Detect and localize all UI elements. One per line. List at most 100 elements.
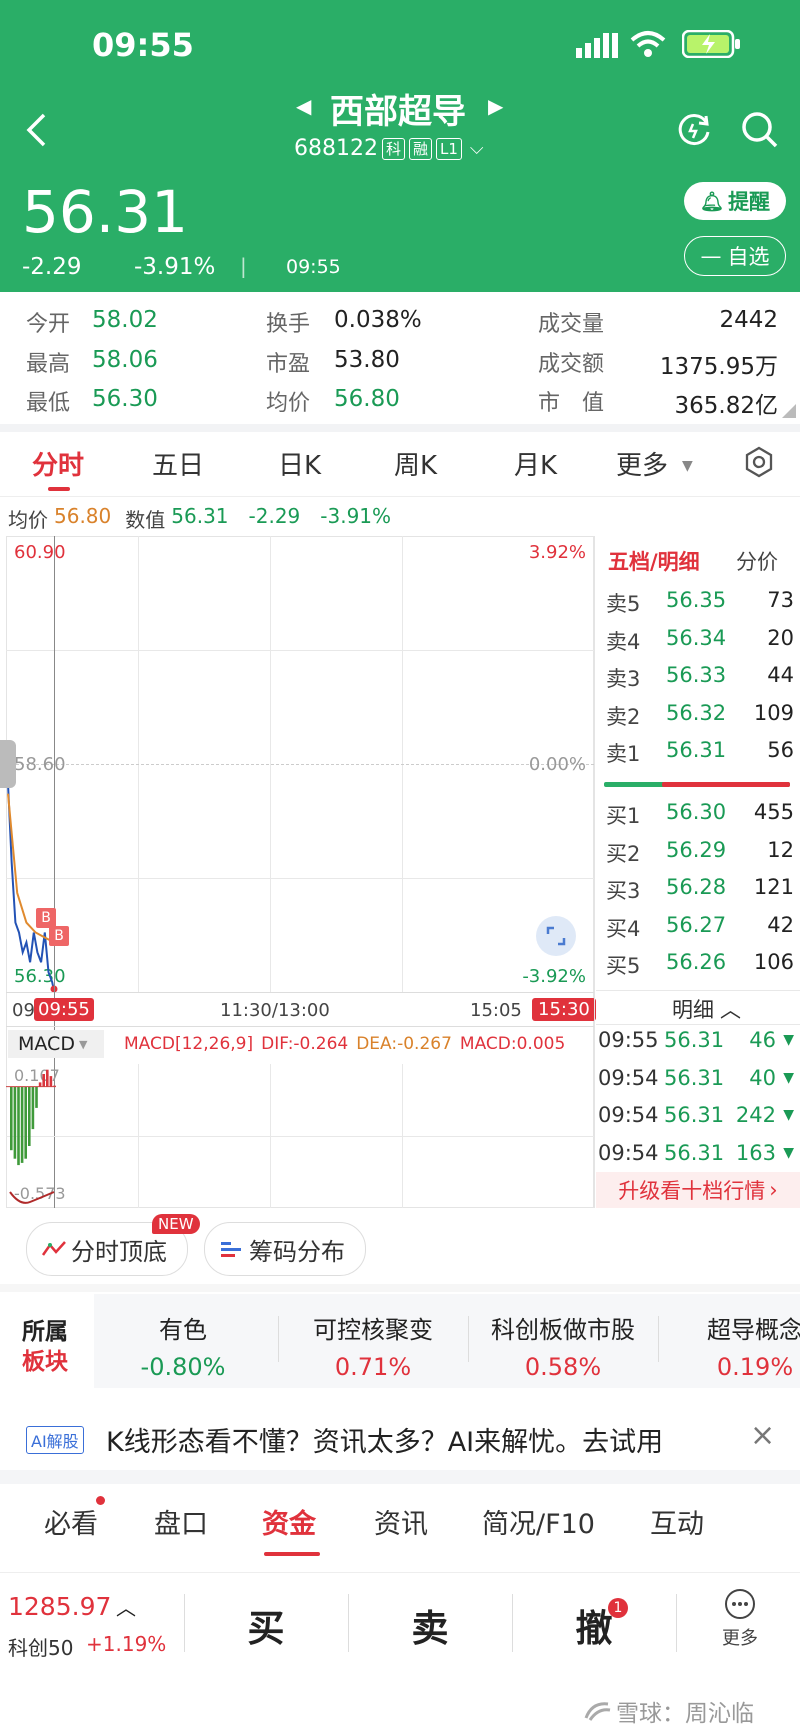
order-volume: 42 [767,912,794,937]
macd-legend: MACD[12,26,9] DIF:-0.264 DEA:-0.267 MACD… [124,1034,565,1054]
macd-bar [17,1086,20,1166]
tab-must-see[interactable]: 必看 [44,1502,98,1541]
sell-order-row: 卖2 56.32 109 [606,701,794,737]
fullscreen-button[interactable] [536,916,576,956]
macd-bar [35,1086,38,1108]
tick-row: 09:55 56.31 46 ▼ [598,1028,794,1064]
tab-news[interactable]: 资讯 [374,1502,428,1541]
sector-item[interactable]: 有色 -0.80% [88,1310,278,1381]
trend-icon [41,1241,66,1256]
tab-profile-f10[interactable]: 简况/F10 [482,1502,595,1541]
sector-name: 科创板做市股 [491,1316,635,1344]
macd-bar [46,1069,49,1087]
tab-capital[interactable]: 资金 [262,1502,316,1541]
order-volume: 109 [753,700,794,725]
tick-time: 09:54 [598,1065,659,1090]
caret-down-icon[interactable]: ▼ [682,458,693,474]
prev-stock-icon[interactable]: ◀ [296,94,311,118]
order-volume: 73 [767,588,794,612]
value-change: -2.29 [248,504,301,528]
divider [676,1594,677,1652]
order-price: 56.31 [666,738,727,763]
macd-bar [31,1086,35,1130]
tick-row: 09:54 56.31 40 ▼ [598,1066,794,1102]
chip-distribution-button[interactable]: 筹码分布 [204,1222,366,1276]
sell-order-row: 卖1 56.31 56 [606,738,794,774]
refresh-icon[interactable] [676,112,712,148]
tab-intraday[interactable]: 分时 [32,445,84,482]
ai-banner[interactable]: AI解股 K线形态看不懂？资讯太多？AI来解忧。去试用 × [0,1396,800,1468]
macd-bar [38,1082,42,1087]
order-volume: 20 [767,625,794,650]
chart-collapse-handle[interactable] [0,740,16,788]
wifi-icon [630,31,666,57]
tab-more[interactable]: 更多 [616,445,668,482]
signal-icon [576,33,618,58]
tab-price-distribution[interactable]: 分价 [736,546,778,576]
caret-down-icon: ▼ [78,1037,88,1051]
buy-order-row: 买3 56.28 121 [606,875,794,911]
tab-order-flow[interactable]: 盘口 [154,1502,208,1541]
search-icon[interactable] [740,110,780,150]
order-price: 56.29 [666,837,727,862]
sector-item[interactable]: 可控核聚变 0.71% [278,1310,468,1381]
chevron-down-icon[interactable]: ⌵ [470,138,484,159]
open-value: 58.02 [92,307,158,333]
tick-volume: 40 [749,1065,776,1090]
order-price: 56.30 [666,800,727,824]
tab-daily-k[interactable]: 日K [278,445,321,482]
expand-icon [546,926,566,946]
tab-monthly-k[interactable]: 月K [514,445,557,482]
index-value: 1285.97 [8,1592,112,1621]
macd-value: MACD:0.005 [459,1034,566,1054]
settings-hex-icon[interactable] [744,446,774,478]
stock-code-line: 688122 科 融 L1 ⌵ [294,136,484,161]
minus-icon: — [700,244,722,268]
sector-change: 0.71% [334,1353,412,1381]
value-label: 数值 [125,508,166,532]
tab-interaction[interactable]: 互动 [650,1502,704,1541]
detail-label: 明细 [672,998,714,1022]
expand-corner-icon[interactable] [782,404,796,418]
more-button[interactable]: 更多 [712,1588,768,1650]
order-price: 56.33 [666,663,727,688]
top-bottom-label: 分时顶底 [71,1237,167,1266]
turnover-label: 换手 [266,312,311,337]
sector-item[interactable]: 科创板做市股 0.58% [468,1310,658,1381]
stock-header: 09:55 ◀ 西部超导 ▶ 688122 科 融 L1 ⌵ 56.31 -2.… [0,0,800,292]
next-stock-icon[interactable]: ▶ [488,94,503,118]
sector-item[interactable]: 超导概念 0.19% [660,1310,800,1381]
close-icon[interactable]: × [750,1418,775,1453]
divider [0,496,800,497]
index-name: 科创50 [8,1636,74,1660]
divider [0,1572,800,1573]
order-volume: 12 [767,837,794,862]
alert-button[interactable]: 🔔︎ 提醒 [684,182,786,220]
macd-dif: DIF:-0.264 [261,1034,349,1054]
divider [184,1594,185,1652]
macd-selector[interactable]: MACD ▼ [8,1030,104,1058]
buy-order-row: 买5 56.26 106 [606,950,794,986]
tick-price: 56.31 [664,1065,725,1090]
tab-5day[interactable]: 五日 [152,445,204,482]
section-divider [0,424,800,432]
avg-label: 均价 [266,391,311,416]
value-price: 56.31 [171,504,229,528]
order-label: 卖2 [606,704,641,729]
intraday-chart[interactable]: 60.90 58.60 56.30 3.92% 0.00% -3.92% B B… [0,536,596,1208]
price-change-pct: -3.91% [134,254,216,280]
tab-orderbook[interactable]: 五档/明细 [608,546,700,576]
chart-info-line: 均价 56.80 数值 56.31 -2.29 -3.91% [8,504,391,533]
buy-button[interactable]: 买 [216,1598,316,1652]
sell-button[interactable]: 卖 [380,1598,480,1652]
order-label: 卖4 [606,629,641,654]
watchlist-button[interactable]: — 自选 [684,236,786,276]
order-price: 56.34 [666,625,727,650]
macd-dea: DEA:-0.267 [356,1034,452,1054]
cancel-order-button[interactable]: 撤 [544,1598,644,1652]
detail-header[interactable]: 明细 ︿ [672,994,741,1024]
tab-weekly-k[interactable]: 周K [394,445,437,482]
back-icon[interactable] [24,112,48,148]
upgrade-button[interactable]: 升级看十档行情 › [596,1172,800,1208]
buy-marker: B [36,908,56,928]
